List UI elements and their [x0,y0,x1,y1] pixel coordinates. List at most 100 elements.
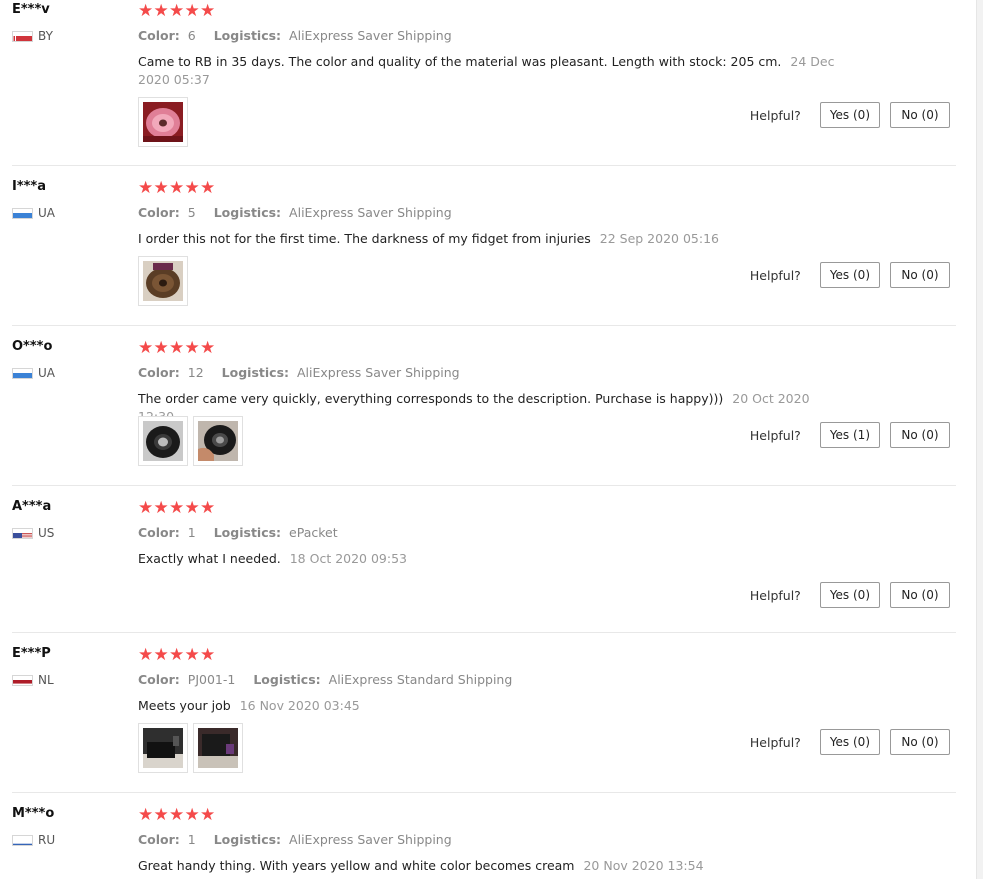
review-divider [12,632,956,633]
review-text-block: I order this not for the first time. The… [138,230,843,248]
country-code: BY [38,29,53,43]
reviewer-country: BY [12,29,53,43]
review-text: Came to RB in 35 days. The color and qua… [138,54,782,69]
star-rating: ★ ★ ★ ★ ★ [138,180,216,197]
star-icon: ★ [184,645,200,665]
logistics-label: Logistics: [221,365,290,380]
review-text: I order this not for the first time. The… [138,231,591,246]
star-icon: ★ [184,1,200,21]
star-icon: ★ [169,178,185,198]
country-code: UA [38,206,55,220]
country-code: US [38,526,55,540]
star-icon: ★ [184,805,200,825]
star-icon: ★ [138,498,154,518]
review-item: E***P NL ★ ★ ★ ★ ★ Color: PJ001-1 Logistics:… [12,646,956,793]
star-icon: ★ [153,178,169,198]
reviewer-name: E***v [12,2,50,17]
reviewer-name: E***P [12,646,51,661]
review-text: Exactly what I needed. [138,551,281,566]
helpful-votes: Helpful? Yes (1) No (0) [750,422,950,448]
review-text-block: Exactly what I needed. 18 Oct 2020 09:53 [138,550,843,568]
review-photo-thumbnail[interactable] [193,723,243,773]
reviewer-country: NL [12,673,54,687]
review-meta: Color: PJ001-1 Logistics: AliExpress Sta… [138,672,512,687]
review-meta: Color: 1 Logistics: ePacket [138,525,338,540]
review-item: I***a UA ★ ★ ★ ★ ★ Color: 5 Logistics: AliEx… [12,179,956,326]
star-icon: ★ [200,645,216,665]
review-photo-thumbnail[interactable] [138,256,188,306]
star-icon: ★ [153,1,169,21]
star-icon: ★ [200,178,216,198]
review-text: Great handy thing. With years yellow and… [138,858,575,873]
star-rating: ★ ★ ★ ★ ★ [138,647,216,664]
logistics-value: AliExpress Standard Shipping [328,672,513,687]
helpful-label: Helpful? [749,734,801,750]
review-divider [12,165,956,166]
vote-no-button[interactable]: No (0) [890,582,950,608]
star-icon: ★ [153,805,169,825]
flag-ukraine-icon [12,207,33,219]
star-icon: ★ [169,338,185,358]
color-value: 12 [187,365,204,380]
review-text-block: Meets your job 16 Nov 2020 03:45 [138,697,843,715]
flag-ukraine-icon [12,367,33,379]
reviews-list: E***v BY ★ ★ ★ ★ ★ Color: 6 Logistics: AliEx… [0,0,983,879]
review-photo-thumbnail[interactable] [193,416,243,466]
color-value: 1 [187,525,196,540]
star-icon: ★ [200,1,216,21]
review-date: 20 Nov 2020 13:54 [583,858,704,873]
vote-no-button[interactable]: No (0) [890,102,950,128]
reviewer-country: RU [12,833,55,847]
vote-yes-button[interactable]: Yes (0) [819,262,880,288]
star-icon: ★ [153,498,169,518]
vote-yes-button[interactable]: Yes (0) [819,729,880,755]
star-icon: ★ [153,338,169,358]
review-item: M***o RU ★ ★ ★ ★ ★ Color: 1 Logistics: AliEx… [12,806,956,879]
scrollbar[interactable] [976,0,983,879]
vote-yes-button[interactable]: Yes (0) [819,582,880,608]
color-value: PJ001-1 [187,672,236,687]
reviewer-country: US [12,526,54,540]
flag-belarus-icon [12,30,33,42]
reviewer-country: UA [12,206,55,220]
reviewer-country: UA [12,366,55,380]
logistics-label: Logistics: [213,28,282,43]
color-label: Color: [138,205,180,220]
color-label: Color: [138,672,180,687]
color-value: 6 [187,28,196,43]
star-rating: ★ ★ ★ ★ ★ [138,3,216,20]
color-label: Color: [138,365,180,380]
review-item: O***o UA ★ ★ ★ ★ ★ Color: 12 Logistics: AliE… [12,339,956,486]
star-icon: ★ [184,498,200,518]
helpful-label: Helpful? [749,427,801,443]
review-text: The order came very quickly, everything … [138,391,724,406]
vote-no-button[interactable]: No (0) [890,729,950,755]
review-photo-thumbnail[interactable] [138,416,188,466]
color-label: Color: [138,28,180,43]
review-photo-thumbnail[interactable] [138,97,188,147]
helpful-label: Helpful? [749,107,801,123]
vote-yes-button[interactable]: Yes (0) [819,102,880,128]
review-date: 16 Nov 2020 03:45 [239,698,360,713]
reviewer-name: M***o [12,806,55,821]
review-photo-thumbnail[interactable] [138,723,188,773]
review-meta: Color: 6 Logistics: AliExpress Saver Shi… [138,28,452,43]
color-value: 5 [187,205,196,220]
vote-no-button[interactable]: No (0) [890,262,950,288]
color-value: 1 [187,832,196,847]
star-icon: ★ [138,178,154,198]
star-icon: ★ [138,1,154,21]
review-text: Meets your job [138,698,231,713]
country-code: RU [38,833,56,847]
star-rating: ★ ★ ★ ★ ★ [138,340,216,357]
flag-russia-icon [12,834,33,846]
flag-usa-icon [12,527,33,539]
vote-no-button[interactable]: No (0) [890,422,950,448]
color-label: Color: [138,525,180,540]
star-icon: ★ [169,498,185,518]
vote-yes-button[interactable]: Yes (1) [819,422,880,448]
logistics-label: Logistics: [213,205,282,220]
star-icon: ★ [138,338,154,358]
color-label: Color: [138,832,180,847]
reviewer-name: O***o [12,339,53,354]
